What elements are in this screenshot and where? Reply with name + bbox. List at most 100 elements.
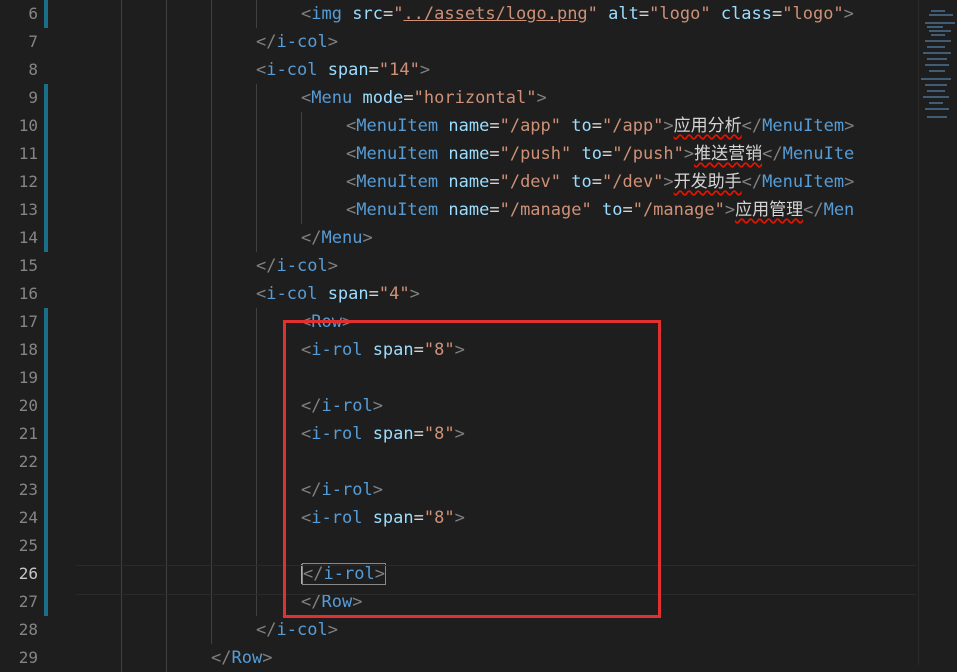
- code-text[interactable]: </Menu>: [301, 224, 373, 252]
- indent-guide: [211, 392, 212, 420]
- minimap-line: [929, 30, 951, 32]
- indent-guide: [166, 280, 167, 308]
- code-line[interactable]: 15 </i-col>: [0, 252, 915, 280]
- indent-guide: [121, 84, 122, 112]
- line-number: 23: [18, 480, 38, 499]
- git-modified-indicator: [44, 84, 48, 112]
- code-text[interactable]: </Row>: [211, 644, 272, 672]
- code-text[interactable]: <i-col span="4">: [256, 280, 420, 308]
- indent-guide: [166, 84, 167, 112]
- code-line[interactable]: 13 <MenuItem name="/manage" to="/manage">…: [0, 196, 915, 224]
- indent-guide: [121, 504, 122, 532]
- code-text[interactable]: <Menu mode="horizontal">: [301, 84, 547, 112]
- indent-guide: [256, 392, 257, 420]
- code-text[interactable]: </i-col>: [256, 616, 338, 644]
- minimap-line: [927, 46, 945, 48]
- indent-guide: [256, 224, 257, 252]
- code-editor[interactable]: 6 <img src="../assets/logo.png" alt="logo…: [0, 0, 957, 672]
- indent-guide: [211, 56, 212, 84]
- git-modified-indicator: [44, 0, 48, 28]
- code-text[interactable]: <img src="../assets/logo.png" alt="logo"…: [301, 0, 854, 28]
- code-line[interactable]: 12 <MenuItem name="/dev" to="/dev">开发助手</…: [0, 168, 915, 196]
- indent-guide: [301, 196, 302, 224]
- minimap-line: [931, 10, 945, 12]
- code-text[interactable]: <MenuItem name="/push" to="/push">推送营销</…: [346, 140, 854, 168]
- git-modified-indicator: [44, 420, 48, 448]
- indent-guide: [256, 336, 257, 364]
- indent-guide: [256, 84, 257, 112]
- git-modified-indicator: [44, 532, 48, 560]
- indent-guide: [166, 616, 167, 644]
- code-line[interactable]: 10 <MenuItem name="/app" to="/app">应用分析</…: [0, 112, 915, 140]
- code-line[interactable]: 7 </i-col>: [0, 28, 915, 56]
- line-number: 17: [18, 312, 38, 331]
- minimap[interactable]: [918, 0, 957, 665]
- git-modified-indicator: [44, 308, 48, 336]
- indent-guide: [121, 308, 122, 336]
- minimap-line: [929, 14, 953, 16]
- code-text[interactable]: <MenuItem name="/app" to="/app">应用分析</Me…: [346, 112, 854, 140]
- git-modified-indicator: [44, 588, 48, 616]
- git-modified-indicator: [44, 504, 48, 532]
- code-line[interactable]: 14 </Menu>: [0, 224, 915, 252]
- code-line[interactable]: 11 <MenuItem name="/push" to="/push">推送营销…: [0, 140, 915, 168]
- code-text[interactable]: </i-col>: [256, 28, 338, 56]
- indent-guide: [211, 532, 212, 560]
- code-text[interactable]: </i-col>: [256, 252, 338, 280]
- line-number: 19: [18, 368, 38, 387]
- indent-guide: [121, 196, 122, 224]
- code-line[interactable]: 9 <Menu mode="horizontal">: [0, 84, 915, 112]
- code-text[interactable]: <i-col span="14">: [256, 56, 430, 84]
- indent-guide: [166, 112, 167, 140]
- code-text[interactable]: <MenuItem name="/manage" to="/manage">应用…: [346, 196, 854, 224]
- minimap-line: [931, 34, 945, 36]
- indent-guide: [166, 476, 167, 504]
- indent-guide: [121, 644, 122, 672]
- indent-guide: [211, 476, 212, 504]
- line-number: 22: [18, 452, 38, 471]
- indent-guide: [211, 504, 212, 532]
- git-modified-indicator: [44, 140, 48, 168]
- indent-guide: [166, 336, 167, 364]
- minimap-line: [925, 40, 951, 42]
- minimap-line: [929, 70, 945, 72]
- line-number: 28: [18, 620, 38, 639]
- indent-guide: [211, 84, 212, 112]
- line-number: 12: [18, 172, 38, 191]
- code-line[interactable]: 8 <i-col span="14">: [0, 56, 915, 84]
- indent-guide: [256, 0, 257, 28]
- line-number: 14: [18, 228, 38, 247]
- git-modified-indicator: [44, 168, 48, 196]
- git-modified-indicator: [44, 112, 48, 140]
- code-line[interactable]: 29 </Row>: [0, 644, 915, 672]
- indent-guide: [166, 0, 167, 28]
- line-number: 29: [18, 648, 38, 667]
- indent-guide: [211, 112, 212, 140]
- indent-guide: [256, 308, 257, 336]
- code-line[interactable]: 6 <img src="../assets/logo.png" alt="logo…: [0, 0, 915, 28]
- minimap-line: [923, 52, 951, 54]
- line-number: 11: [18, 144, 38, 163]
- indent-guide: [121, 532, 122, 560]
- line-number: 21: [18, 424, 38, 443]
- line-number: 26: [18, 564, 38, 583]
- indent-guide: [256, 532, 257, 560]
- minimap-line: [927, 90, 945, 92]
- indent-guide: [166, 28, 167, 56]
- indent-guide: [121, 168, 122, 196]
- indent-guide: [121, 140, 122, 168]
- indent-guide: [121, 336, 122, 364]
- indent-guide: [121, 420, 122, 448]
- line-number: 10: [18, 116, 38, 135]
- indent-guide: [211, 336, 212, 364]
- indent-guide: [166, 420, 167, 448]
- indent-guide: [256, 196, 257, 224]
- indent-guide: [211, 252, 212, 280]
- code-line[interactable]: 16 <i-col span="4">: [0, 280, 915, 308]
- indent-guide: [166, 168, 167, 196]
- code-text[interactable]: <MenuItem name="/dev" to="/dev">开发助手</Me…: [346, 168, 854, 196]
- code-line[interactable]: 28 </i-col>: [0, 616, 915, 644]
- indent-guide: [256, 112, 257, 140]
- minimap-line: [925, 64, 949, 66]
- indent-guide: [166, 532, 167, 560]
